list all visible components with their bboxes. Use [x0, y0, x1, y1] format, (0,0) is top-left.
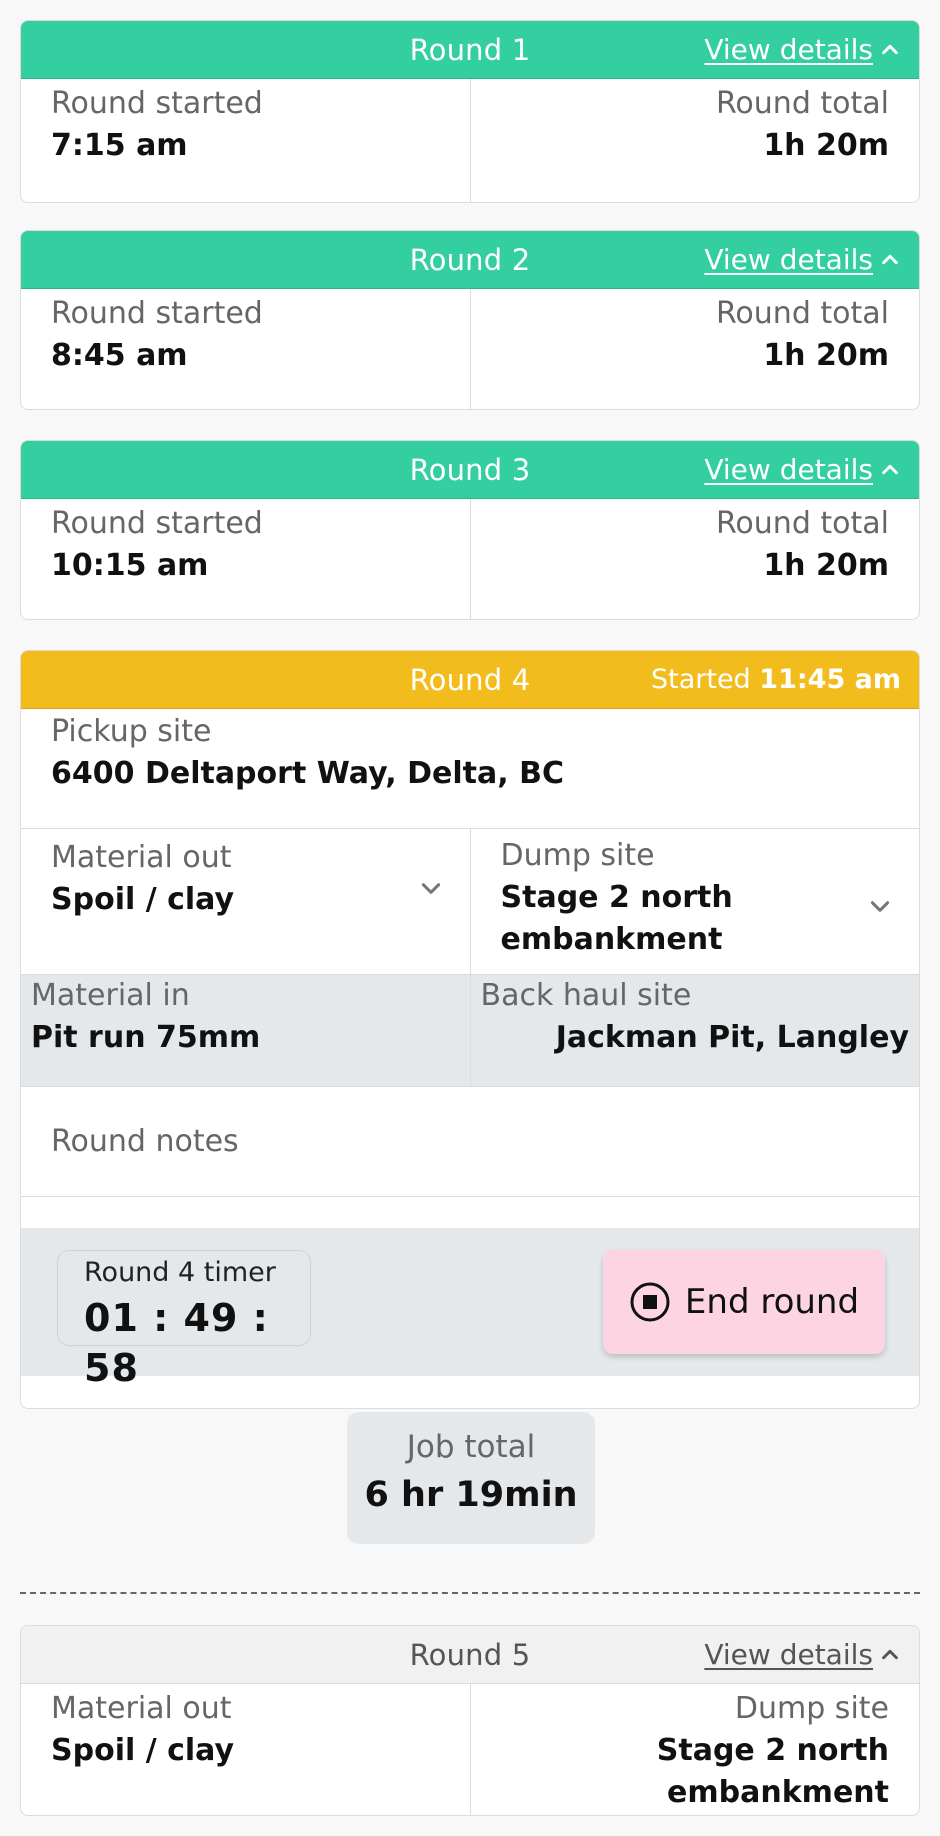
dump-site-cell: Dump site Stage 2 north embankment [469, 1684, 920, 1815]
pickup-site-label: Pickup site [51, 714, 212, 749]
material-out-value: Spoil / clay [51, 882, 235, 917]
round-header: Round 1 View details [21, 21, 919, 79]
round-total-label: Round total [715, 296, 889, 331]
round-started-cell: Round started 10:15 am [21, 499, 470, 619]
view-details-label: View details [704, 243, 873, 276]
material-out-select[interactable]: Material out Spoil / clay [21, 829, 470, 974]
divider [20, 1592, 920, 1594]
round-header: Round 5 View details [21, 1626, 919, 1684]
backhaul-site-value: Jackman Pit, Langley [555, 1020, 909, 1055]
backhaul-site-label: Back haul site [480, 978, 692, 1013]
material-out-label: Material out [51, 1691, 232, 1726]
round-card-2: Round 2 View details Round started 8:45 … [20, 230, 920, 410]
view-details-label: View details [704, 1638, 873, 1671]
round-title: Round 2 [409, 242, 531, 277]
round-title: Round 4 [409, 662, 531, 697]
round-total-label: Round total [715, 506, 889, 541]
material-in-label: Material in [31, 978, 190, 1013]
round-started-label: Round started [51, 296, 263, 331]
dump-site-value-line1: Stage 2 north [656, 1733, 889, 1768]
round-header: Round 2 View details [21, 231, 919, 289]
round-title: Round 3 [409, 452, 531, 487]
round-card-1: Round 1 View details Round started 7:15 … [20, 20, 920, 203]
round-total-cell: Round total 1h 20m [469, 499, 920, 619]
end-round-button[interactable]: End round [603, 1250, 885, 1354]
material-out-cell: Material out Spoil / clay [21, 1684, 470, 1815]
job-total-value: 6 hr 19min [364, 1475, 578, 1515]
round-header: Round 4 Started 11:45 am [21, 651, 919, 709]
round-started-label: Round started [51, 86, 263, 121]
round-started-label: Round started [51, 506, 263, 541]
round-total-label: Round total [715, 86, 889, 121]
chevron-up-icon [882, 1649, 898, 1659]
round-started-value: 8:45 am [51, 338, 188, 373]
round-started-cell: Round started 8:45 am [21, 289, 470, 409]
backhaul-site-cell: Back haul site Jackman Pit, Langley [469, 975, 920, 1086]
chevron-up-icon [882, 254, 898, 264]
stop-circle-icon [630, 1282, 670, 1322]
view-details-link[interactable]: View details [704, 1638, 901, 1671]
chevron-down-icon [421, 883, 440, 894]
started-prefix: Started [650, 664, 751, 695]
round-total-value: 1h 20m [763, 338, 889, 373]
round-card-3: Round 3 View details Round started 10:15… [20, 440, 920, 620]
dump-site-label: Dump site [500, 838, 655, 873]
job-total-label: Job total [406, 1429, 536, 1465]
dump-site-label: Dump site [734, 1691, 889, 1726]
round-notes-placeholder: Round notes [51, 1123, 239, 1159]
round-timer: Round 4 timer 01 : 49 : 58 [57, 1250, 311, 1390]
round-total-value: 1h 20m [763, 548, 889, 583]
round-started-value: 10:15 am [51, 548, 209, 583]
end-round-label: End round [684, 1282, 860, 1322]
chevron-up-icon [882, 44, 898, 54]
round-total-cell: Round total 1h 20m [469, 79, 920, 202]
material-in-value: Pit run 75mm [31, 1020, 261, 1055]
round-started-value: 7:15 am [51, 128, 188, 163]
round-total-value: 1h 20m [763, 128, 889, 163]
round-title: Round 1 [409, 32, 531, 67]
round-card-4: Round 4 Started 11:45 am Pickup site 640… [20, 650, 920, 1409]
round-notes-input[interactable]: Round notes [21, 1087, 919, 1197]
material-out-value: Spoil / clay [51, 1733, 235, 1768]
view-details-link[interactable]: View details [704, 33, 901, 66]
round-total-cell: Round total 1h 20m [469, 289, 920, 409]
chevron-down-icon [870, 901, 890, 912]
round-started-status: Started 11:45 am [651, 651, 901, 708]
chevron-up-icon [882, 464, 898, 474]
view-details-link[interactable]: View details [704, 453, 901, 486]
pickup-site-value: 6400 Deltaport Way, Delta, BC [51, 756, 564, 791]
round-header: Round 3 View details [21, 441, 919, 499]
dump-site-value-line2: embankment [667, 1775, 889, 1810]
round-started-cell: Round started 7:15 am [21, 79, 470, 202]
started-time: 11:45 am [759, 664, 901, 695]
view-details-label: View details [704, 453, 873, 486]
dump-site-select[interactable]: Dump site Stage 2 north embankment [469, 829, 920, 974]
dump-site-value-line1: Stage 2 north [500, 880, 733, 915]
job-total: Job total 6 hr 19min [347, 1412, 595, 1544]
timer-label: Round 4 timer [84, 1257, 276, 1288]
timer-panel: Round 4 timer 01 : 49 : 58 End round [21, 1228, 919, 1390]
dump-site-value-line2: embankment [500, 922, 723, 957]
round-title: Round 5 [409, 1637, 531, 1672]
timer-value: 01 : 49 : 58 [84, 1296, 269, 1390]
view-details-label: View details [704, 33, 873, 66]
round-card-5: Round 5 View details Material out Spoil … [20, 1625, 920, 1816]
material-out-label: Material out [51, 840, 232, 875]
view-details-link[interactable]: View details [704, 243, 901, 276]
pickup-site-section: Pickup site 6400 Deltaport Way, Delta, B… [21, 709, 919, 829]
material-in-cell: Material in Pit run 75mm [21, 975, 470, 1086]
